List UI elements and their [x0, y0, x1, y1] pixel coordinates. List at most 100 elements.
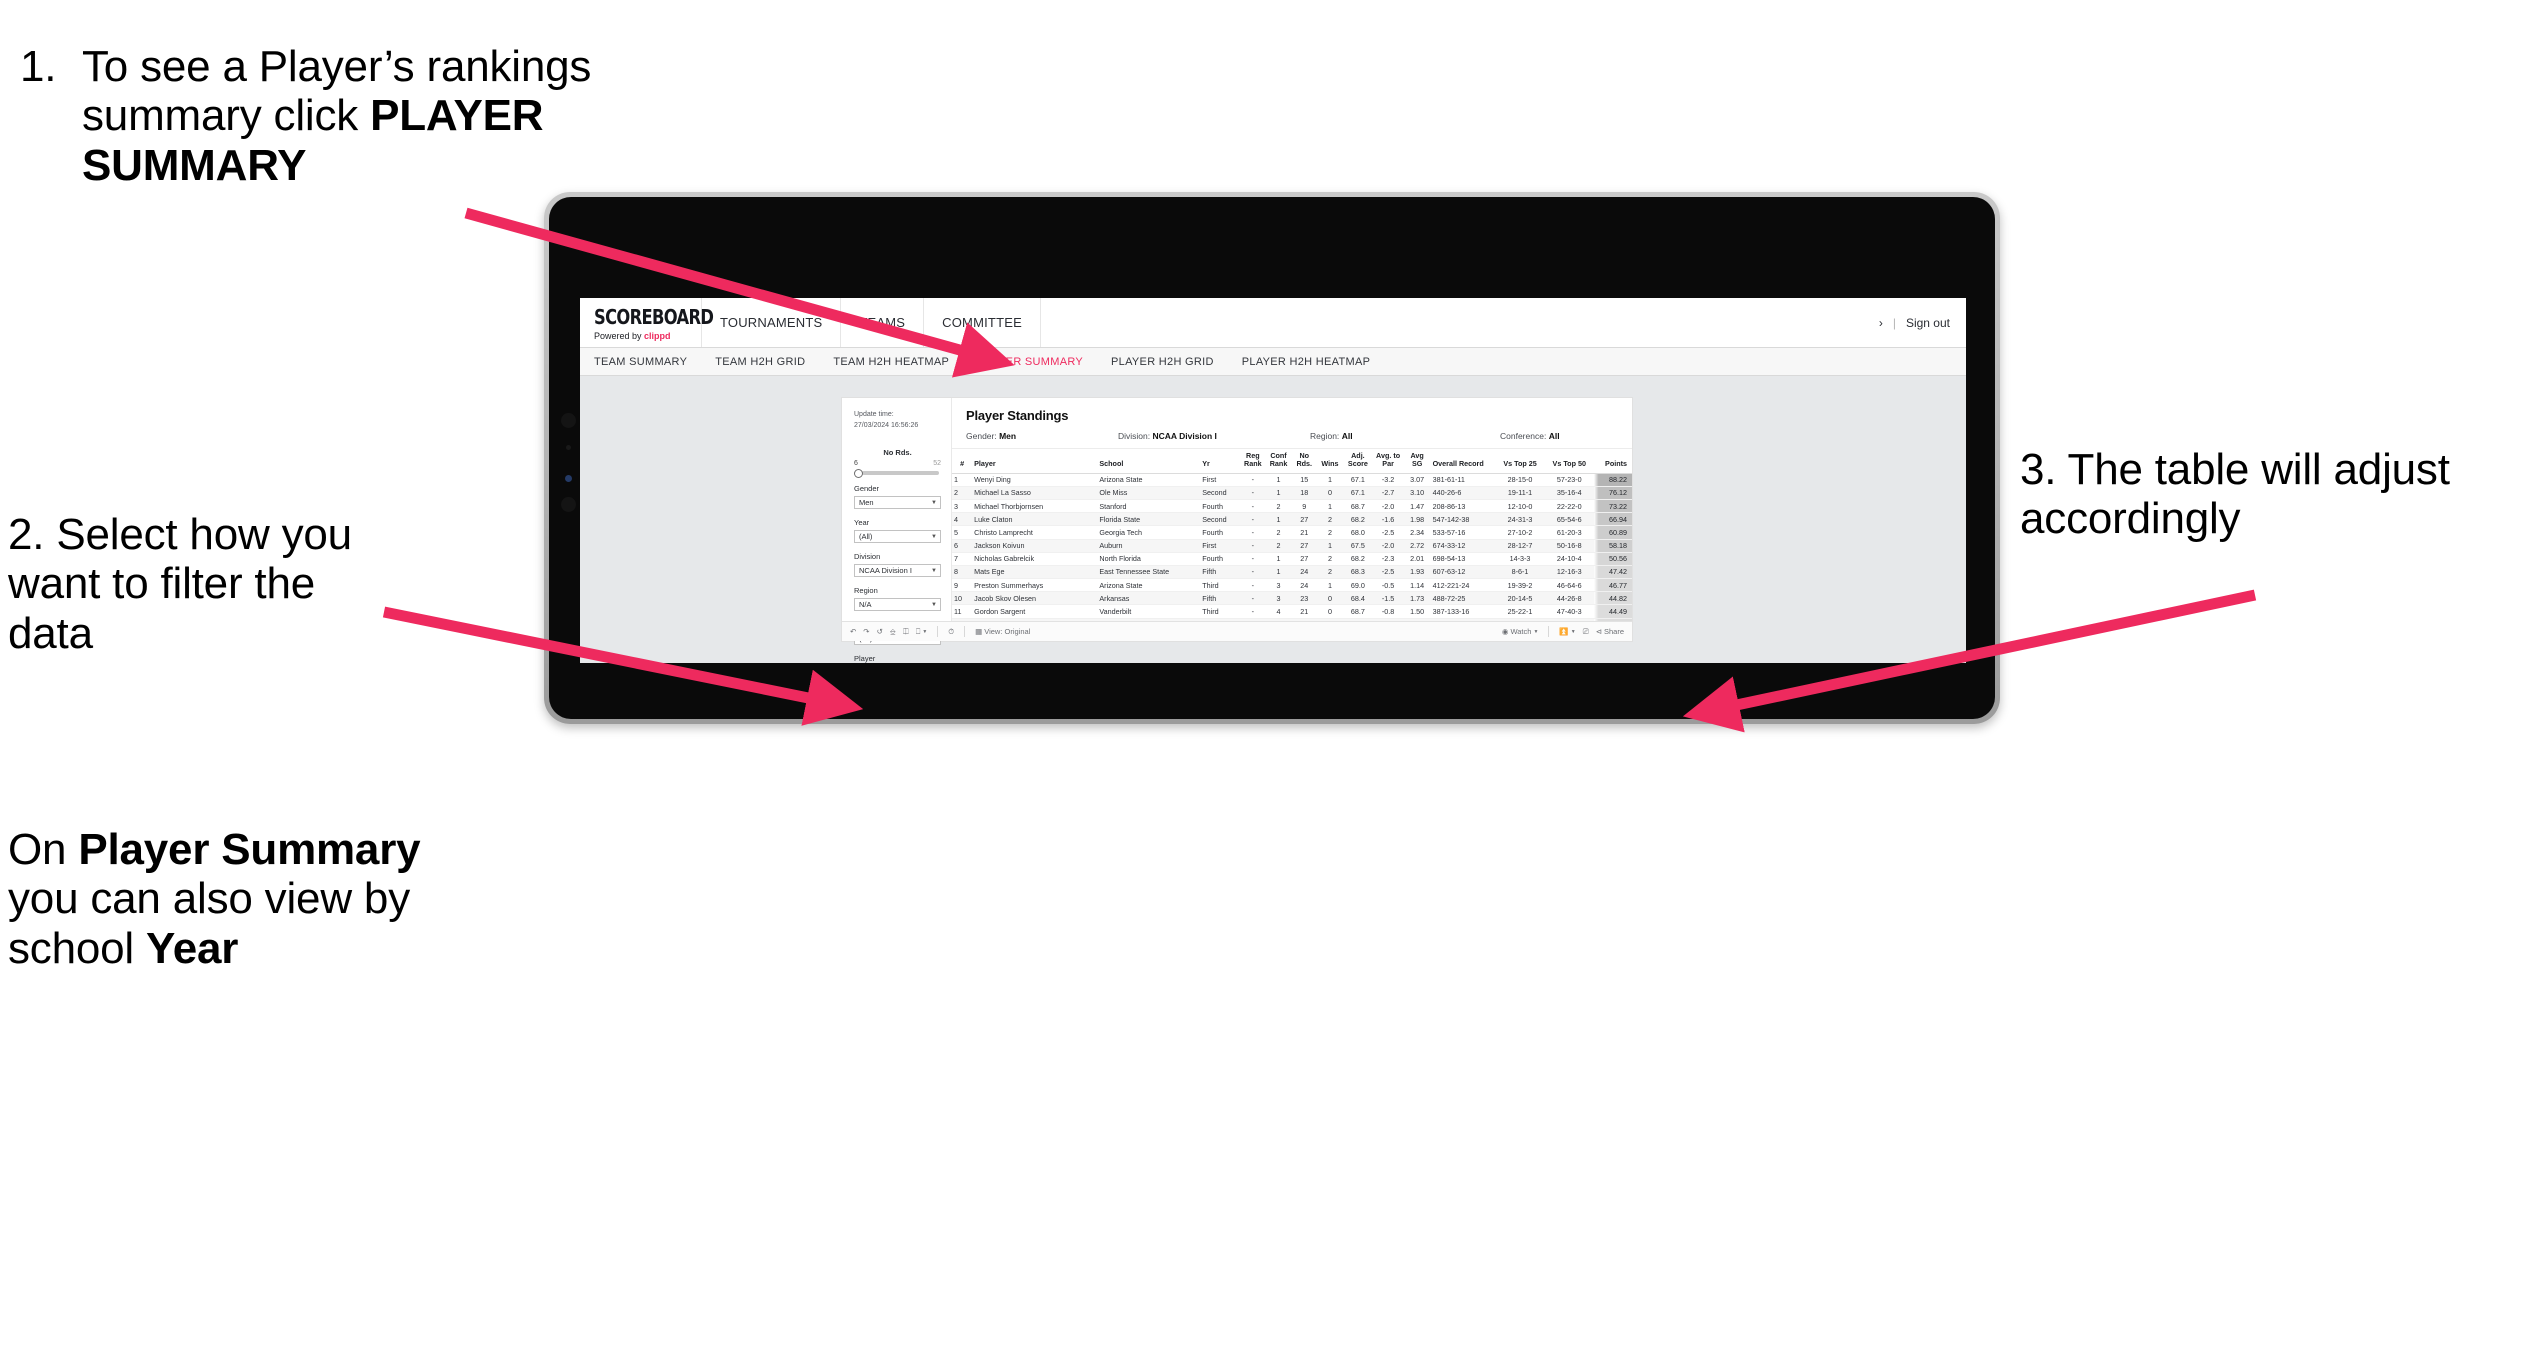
cell-stat: 24-31-3: [1495, 512, 1545, 527]
watch-button[interactable]: ◉ Watch ▼: [1502, 627, 1538, 636]
table-row[interactable]: 1 Wenyi Ding Arizona State First -1 15 1 67.1 -3…: [952, 473, 1632, 487]
download-icon[interactable]: ⏫ ▼: [1559, 627, 1575, 636]
meta-region: Region: All: [1310, 431, 1500, 441]
cell-stat: 1: [1316, 499, 1344, 514]
cell-stat: -: [1240, 539, 1266, 553]
cell-player: Christo Lamprecht: [972, 525, 1098, 540]
cell-points: 46.77: [1593, 578, 1632, 593]
annotation-step-1-line2-pre: summary click: [82, 91, 371, 141]
column-header-conf-rank[interactable]: Conf Rank: [1265, 449, 1292, 474]
gender-select[interactable]: Men ▼: [854, 496, 941, 509]
table-row[interactable]: 3 Michael Thorbjornsen Stanford Fourth -2 9 1 6…: [952, 499, 1632, 514]
cell-stat: 0: [1316, 591, 1344, 606]
cell-player: Nicholas Gabrelcik: [972, 552, 1098, 566]
column-header-wins[interactable]: Wins: [1316, 449, 1344, 474]
eye-icon: ◉: [1501, 627, 1509, 636]
topnav-item-tournaments[interactable]: TOURNAMENTS: [702, 298, 842, 347]
app-logo[interactable]: SCOREBOARD Powered by clippd: [580, 298, 714, 347]
update-time-label: Update time:: [854, 411, 894, 418]
division-select[interactable]: NCAA Division I ▼: [854, 564, 941, 577]
column-header-reg-rank[interactable]: Reg Rank: [1240, 449, 1266, 474]
cell-overall-record: 381-61-11: [1430, 473, 1496, 487]
column-header-overall-record[interactable]: Overall Record: [1430, 449, 1496, 474]
column-header-player[interactable]: Player: [972, 449, 1098, 474]
revert-icon[interactable]: ↺: [877, 627, 883, 636]
cell-rank: 11: [952, 604, 973, 619]
filter-player-label: Player: [854, 654, 876, 663]
cell-overall-record: 607-63-12: [1430, 565, 1496, 580]
custom-view-icon[interactable]: ⎕ ▼: [916, 627, 927, 637]
annotation-note: On Player Summary you can also view by s…: [8, 825, 428, 973]
cell-stat: 1: [1316, 473, 1344, 487]
tab-team-h2h-heatmap[interactable]: TEAM H2H HEATMAP: [833, 356, 949, 368]
cell-stat: 3.10: [1403, 486, 1431, 500]
chevron-right-icon[interactable]: ›: [1879, 316, 1883, 330]
column-header-avg-to-par[interactable]: Avg. to Par: [1372, 449, 1404, 474]
column-header-points[interactable]: Points: [1593, 449, 1632, 474]
column-header-avg-sg[interactable]: Avg SG: [1403, 449, 1431, 474]
topnav-item-teams[interactable]: TEAMS: [841, 298, 925, 347]
tab-player-summary[interactable]: PLAYER SUMMARY: [977, 356, 1083, 368]
standings-table-scroll[interactable]: # Player School Yr Reg Rank Conf Rank No Rds. W…: [952, 449, 1632, 621]
cell-player: Gordon Sargent: [972, 604, 1098, 619]
cell-stat: 27: [1291, 618, 1317, 621]
year-select[interactable]: (All) ▼: [854, 530, 941, 543]
cell-stat: 15: [1291, 473, 1317, 487]
cell-player: Jackson Koivun: [972, 539, 1098, 553]
pause-updates-icon[interactable]: ⎅: [903, 627, 909, 637]
fullscreen-icon[interactable]: ⎚: [1583, 627, 1589, 637]
no-rounds-slider[interactable]: [854, 468, 939, 478]
column-header-[interactable]: #: [952, 449, 973, 474]
cell-stat: 27: [1291, 552, 1317, 566]
cell-stat: -: [1240, 525, 1266, 540]
tab-team-summary[interactable]: TEAM SUMMARY: [594, 356, 687, 368]
tab-player-h2h-heatmap[interactable]: PLAYER H2H HEATMAP: [1242, 356, 1370, 368]
chevron-down-icon: ▼: [931, 601, 937, 608]
view-original-button[interactable]: ▦ View: Original: [975, 627, 1030, 636]
filter-no-rounds: No Rds. 6 52: [854, 448, 941, 478]
table-row[interactable]: 8 Mats Ege East Tennessee State Fifth -1 24 2 6…: [952, 565, 1632, 580]
topnav-item-committee[interactable]: COMMITTEE: [924, 298, 1041, 347]
cell-overall-record: 440-26-6: [1430, 486, 1496, 500]
table-row[interactable]: 6 Jackson Koivun Auburn First -2 27 1 67.5 -2.0 2…: [952, 539, 1632, 553]
cell-stat: 68.4: [1343, 591, 1373, 606]
share-button[interactable]: ⊲ Share: [1596, 627, 1624, 636]
table-row[interactable]: 9 Preston Summerhays Arizona State Third -3 2…: [952, 578, 1632, 593]
cell-stat: 12-16-3: [1544, 565, 1594, 580]
cell-stat: 24-10-4: [1544, 552, 1594, 566]
logo-tagline-brand: clippd: [644, 331, 671, 341]
tab-team-h2h-grid[interactable]: TEAM H2H GRID: [715, 356, 805, 368]
tab-player-h2h-grid[interactable]: PLAYER H2H GRID: [1111, 356, 1214, 368]
column-header-yr[interactable]: Yr: [1200, 449, 1241, 474]
table-row[interactable]: 5 Christo Lamprecht Georgia Tech Fourth -2 21…: [952, 525, 1632, 540]
cell-points: 66.94: [1593, 512, 1632, 527]
table-row[interactable]: 11 Gordon Sargent Vanderbilt Third -4 21 0 68.7…: [952, 604, 1632, 619]
cell-stat: 2: [1316, 565, 1344, 580]
table-row[interactable]: 12Brendan ValdesAuburnThird-527068.4-1.1…: [952, 618, 1632, 621]
column-header-no-rds[interactable]: No Rds.: [1291, 449, 1317, 474]
cell-school: Ole Miss: [1097, 486, 1201, 500]
table-row[interactable]: 7 Nicholas Gabrelcik North Florida Fourth -1…: [952, 552, 1632, 566]
region-select[interactable]: N/A ▼: [854, 598, 941, 611]
column-header-adj-score[interactable]: Adj. Score: [1343, 449, 1373, 474]
cell-stat: 1: [1265, 552, 1292, 566]
cell-stat: 27: [1291, 512, 1317, 527]
table-body: 1 Wenyi Ding Arizona State First -1 15 1 67.1 -3…: [952, 473, 1632, 621]
undo-icon[interactable]: ↶: [850, 627, 856, 636]
table-row[interactable]: 2 Michael La Sasso Ole Miss Second -1 18 0 67.1…: [952, 486, 1632, 500]
column-header-vs-top-25[interactable]: Vs Top 25: [1495, 449, 1545, 474]
cell-stat: -: [1240, 618, 1266, 621]
history-clock-icon[interactable]: ⏱: [948, 627, 954, 637]
chevron-down-icon: ▼: [931, 499, 937, 506]
column-header-school[interactable]: School: [1097, 449, 1201, 474]
table-row[interactable]: 4 Luke Claton Florida State Second -1 27 2 68.2…: [952, 512, 1632, 527]
annotation-step-2: 2. Select how you want to filter the dat…: [8, 510, 352, 658]
cell-stat: 2.34: [1403, 525, 1431, 540]
refresh-data-icon[interactable]: ⎒: [890, 627, 896, 637]
table-row[interactable]: 10 Jacob Skov Olesen Arkansas Fifth -3 23 0 68.…: [952, 591, 1632, 606]
slider-handle[interactable]: [854, 468, 863, 478]
sign-out-link[interactable]: Sign out: [1906, 316, 1950, 330]
column-header-vs-top-50[interactable]: Vs Top 50: [1544, 449, 1594, 474]
cell-stat: -2.0: [1372, 499, 1404, 514]
redo-icon[interactable]: ↷: [863, 627, 869, 636]
